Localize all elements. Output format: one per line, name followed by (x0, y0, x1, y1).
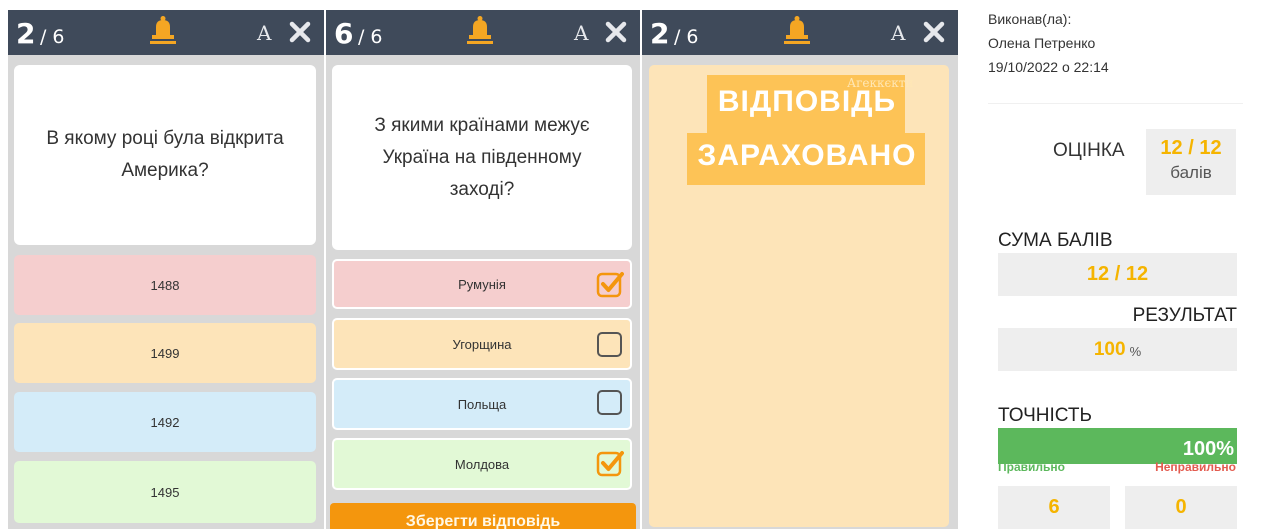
counter-current: 2 (650, 17, 670, 50)
answer-label: Румунія (458, 276, 506, 292)
checkbox-unchecked-icon[interactable] (596, 330, 624, 358)
accuracy-bar: 100% (998, 428, 1237, 464)
font-size-icon[interactable]: A (257, 21, 271, 45)
student-name: Олена Петренко (988, 35, 1096, 51)
answer-option-2[interactable]: 1499 (14, 323, 316, 383)
score-sum-label: СУМА БАЛІВ (998, 230, 1113, 251)
answer-option-3[interactable]: Польща (332, 378, 632, 430)
stamp-line-1: ВІДПОВІДЬ (717, 85, 897, 118)
answer-accepted-stamp: ВІДПОВІДЬ ЗАРАХОВАНО Агеккєкти (687, 75, 927, 187)
answer-label: Польща (457, 396, 507, 412)
close-icon[interactable] (605, 21, 627, 43)
quiz-header: 2 / 6 A (8, 10, 324, 55)
answer-label: Угорщина (452, 336, 512, 352)
wrong-label: Неправильно (1155, 460, 1236, 474)
question-counter: 2 / 6 (16, 17, 64, 50)
counter-total: / 6 (39, 26, 65, 48)
divider (988, 103, 1243, 104)
score-sum-value: 12 / 12 (998, 253, 1237, 296)
answer-label: Молдова (454, 456, 510, 472)
quiz-panel-question-2: 2 / 6 A В якому році була відкрита Амери… (8, 10, 324, 529)
grade-box: 12 / 12 балів (1146, 129, 1236, 195)
grade-unit: балів (1170, 163, 1212, 182)
accuracy-value: 100% (1182, 438, 1234, 460)
close-icon[interactable] (923, 21, 945, 43)
accuracy-label: ТОЧНІСТЬ (998, 405, 1092, 426)
quiz-header: 2 / 6 A (642, 10, 958, 55)
result-box: 100 % (998, 328, 1237, 371)
grade-value: 12 / 12 (1160, 137, 1222, 159)
bell-icon[interactable] (467, 15, 493, 45)
checkbox-checked-icon[interactable] (596, 270, 624, 298)
counter-current: 2 (16, 17, 36, 50)
stamp-line-2: ЗАРАХОВАНО (697, 139, 917, 172)
counter-current: 6 (334, 17, 354, 50)
bell-icon[interactable] (784, 15, 810, 45)
grade-label: ОЦІНКА (1053, 140, 1125, 161)
completed-by-block: Виконав(ла): Олена Петренко 19/10/2022 о… (988, 7, 1109, 79)
answer-option-3[interactable]: 1492 (14, 392, 316, 452)
answer-result-area: ВІДПОВІДЬ ЗАРАХОВАНО Агеккєкти (649, 65, 949, 527)
checkbox-unchecked-icon[interactable] (596, 388, 624, 416)
counter-total: / 6 (357, 26, 383, 48)
answer-option-2[interactable]: Угорщина (332, 318, 632, 370)
question-counter: 2 / 6 (650, 17, 698, 50)
completed-by-label: Виконав(ла): (988, 11, 1072, 27)
question-text: З якими країнами межує Україна на півден… (332, 65, 632, 250)
wrong-count: 0 (1125, 486, 1237, 529)
answer-option-4[interactable]: Молдова (332, 438, 632, 490)
watermark: Агеккєкти (847, 76, 914, 90)
question-counter: 6 / 6 (334, 17, 382, 50)
result-unit: % (1129, 343, 1142, 359)
quiz-panel-answer-accepted: 2 / 6 A ВІДПОВІДЬ ЗАРАХОВАНО Агеккєкти (642, 10, 958, 529)
answer-option-1[interactable]: 1488 (14, 255, 316, 315)
bell-icon[interactable] (150, 15, 176, 45)
answer-option-4[interactable]: 1495 (14, 461, 316, 523)
quiz-panel-question-6: 6 / 6 A З якими країнами межує Україна н… (326, 10, 640, 529)
quiz-header: 6 / 6 A (326, 10, 640, 55)
save-answer-button[interactable]: Зберегти відповідь (330, 503, 636, 529)
result-label: РЕЗУЛЬТАТ (1132, 305, 1237, 326)
result-value: 100 (1093, 338, 1126, 360)
counter-total: / 6 (673, 26, 699, 48)
correct-count: 6 (998, 486, 1110, 529)
completion-datetime: 19/10/2022 о 22:14 (988, 59, 1109, 75)
close-icon[interactable] (289, 21, 311, 43)
answer-option-1[interactable]: Румунія (332, 259, 632, 309)
correct-label: Правильно (998, 460, 1065, 474)
font-size-icon[interactable]: A (891, 21, 905, 45)
question-text: В якому році була відкрита Америка? (14, 65, 316, 245)
font-size-icon[interactable]: A (574, 21, 588, 45)
results-summary: Виконав(ла): Олена Петренко 19/10/2022 о… (960, 0, 1273, 529)
checkbox-checked-icon[interactable] (596, 449, 624, 477)
